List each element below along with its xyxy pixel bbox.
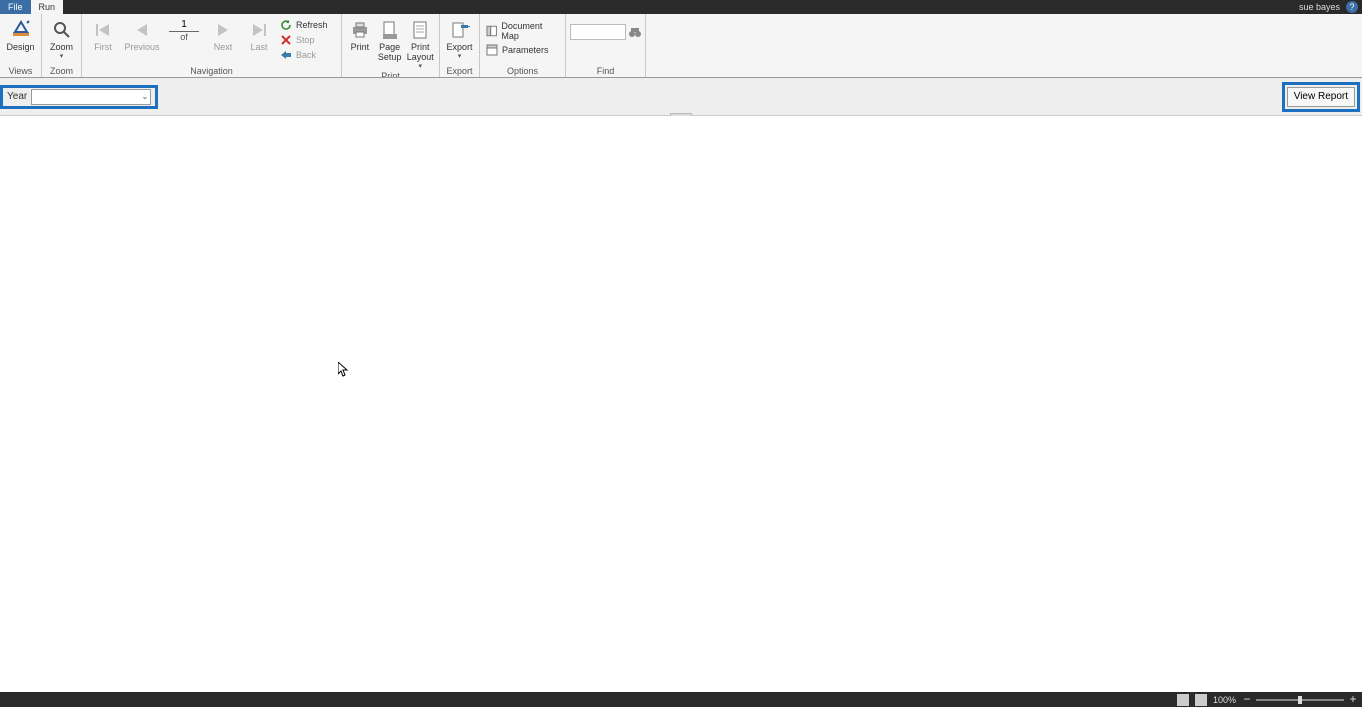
next-icon (213, 20, 233, 40)
chevron-down-icon: ⌄ (142, 92, 149, 101)
page-of-label: of (180, 32, 188, 42)
zoom-thumb[interactable] (1298, 696, 1302, 704)
zoom-in-button[interactable]: + (1348, 695, 1358, 705)
print-layout-button[interactable]: Print Layout ▾ (405, 16, 435, 70)
first-label: First (94, 42, 112, 52)
print-layout-icon (410, 20, 430, 40)
parameters-button[interactable]: Parameters (484, 43, 561, 57)
next-label: Next (214, 42, 233, 52)
magnifier-icon (52, 20, 72, 40)
parameter-bar: Year ⌄ View Report (0, 78, 1362, 116)
page-setup-icon (380, 20, 400, 40)
zoom-button[interactable]: Zoom ▾ (46, 16, 77, 60)
zoom-control: − + (1242, 695, 1358, 705)
year-select[interactable]: ⌄ (31, 89, 151, 105)
cursor-icon (338, 362, 350, 378)
refresh-button[interactable]: Refresh (278, 18, 330, 32)
group-zoom: Zoom ▾ Zoom (42, 14, 82, 77)
export-icon (450, 20, 470, 40)
group-find: Find (566, 14, 646, 77)
group-navigation-label: Navigation (82, 65, 341, 77)
document-map-icon (486, 25, 497, 37)
find-input[interactable] (570, 24, 626, 40)
group-print: Print Page Setup Print Layout ▾ Print (342, 14, 440, 77)
tab-file-label: File (8, 2, 23, 12)
titlebar-right: sue bayes ? (1299, 1, 1362, 13)
year-label: Year (7, 91, 27, 102)
zoom-label: Zoom (50, 42, 73, 52)
stop-icon (280, 34, 292, 46)
binoculars-icon[interactable] (628, 25, 642, 39)
page-input[interactable] (169, 18, 199, 32)
refresh-icon (280, 19, 292, 31)
report-canvas (0, 116, 1362, 692)
year-parameter: Year ⌄ (0, 85, 158, 109)
options-stack: Document Map Parameters (484, 16, 561, 57)
group-print-label: Print (342, 70, 439, 77)
back-label: Back (296, 50, 316, 60)
group-export: Export ▾ Export (440, 14, 480, 77)
refresh-label: Refresh (296, 20, 328, 30)
status-bar: 100% − + (0, 692, 1362, 707)
page-box: of (164, 16, 204, 42)
printer-icon (350, 20, 370, 40)
tabset: File Run (0, 0, 63, 14)
tab-file[interactable]: File (0, 0, 31, 14)
first-icon (93, 20, 113, 40)
back-icon (280, 49, 292, 61)
chevron-down-icon: ▾ (60, 54, 64, 60)
print-button[interactable]: Print (346, 16, 374, 52)
document-map-label: Document Map (501, 21, 559, 41)
chevron-down-icon: ▾ (458, 54, 462, 60)
view-report-highlight: View Report (1282, 82, 1360, 112)
group-navigation: First Previous of Next Last Refr (82, 14, 342, 77)
tab-run[interactable]: Run (31, 0, 64, 14)
print-label: Print (351, 42, 370, 52)
group-options-label: Options (480, 65, 565, 77)
view-report-label: View Report (1294, 91, 1348, 102)
page-setup-button[interactable]: Page Setup (376, 16, 404, 62)
group-export-label: Export (440, 65, 479, 77)
title-bar: File Run sue bayes ? (0, 0, 1362, 14)
help-icon[interactable]: ? (1346, 1, 1358, 13)
export-label: Export (446, 42, 472, 52)
group-views: Design Views (0, 14, 42, 77)
design-icon (11, 20, 31, 40)
view-report-button[interactable]: View Report (1287, 87, 1355, 107)
status-icon-1[interactable] (1177, 694, 1189, 706)
previous-icon (132, 20, 152, 40)
first-button[interactable]: First (86, 16, 120, 52)
back-button[interactable]: Back (278, 48, 330, 62)
parameters-label: Parameters (502, 45, 549, 55)
page-setup-label: Page Setup (378, 42, 402, 62)
user-label: sue bayes (1299, 2, 1340, 12)
group-options: Document Map Parameters Options (480, 14, 566, 77)
status-icon-2[interactable] (1195, 694, 1207, 706)
design-button[interactable]: Design (4, 16, 37, 52)
parameters-icon (486, 44, 498, 56)
nav-small-stack: Refresh Stop Back (278, 16, 330, 62)
design-label: Design (6, 42, 34, 52)
group-zoom-label: Zoom (42, 65, 81, 77)
ribbon: Design Views Zoom ▾ Zoom First Previous (0, 14, 1362, 78)
stop-button[interactable]: Stop (278, 33, 330, 47)
stop-label: Stop (296, 35, 315, 45)
document-map-button[interactable]: Document Map (484, 20, 561, 42)
last-label: Last (250, 42, 267, 52)
group-views-label: Views (0, 65, 41, 77)
previous-label: Previous (124, 42, 159, 52)
previous-button[interactable]: Previous (122, 16, 162, 52)
group-find-label: Find (566, 65, 645, 77)
last-icon (249, 20, 269, 40)
last-button[interactable]: Last (242, 16, 276, 52)
export-button[interactable]: Export ▾ (444, 16, 475, 60)
find-box (570, 16, 642, 40)
zoom-out-button[interactable]: − (1242, 695, 1252, 705)
tab-run-label: Run (39, 2, 56, 12)
zoom-percent: 100% (1213, 695, 1236, 705)
print-layout-label: Print Layout (407, 42, 434, 62)
next-button[interactable]: Next (206, 16, 240, 52)
zoom-slider[interactable] (1256, 699, 1344, 701)
